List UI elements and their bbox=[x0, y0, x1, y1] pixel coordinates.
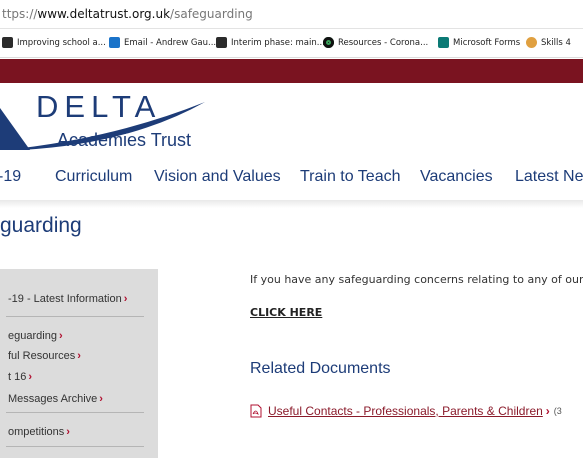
bookmark-microsoft-forms[interactable]: Microsoft Forms bbox=[438, 37, 520, 48]
related-documents-heading: Related Documents bbox=[250, 360, 391, 377]
pdf-icon bbox=[250, 404, 262, 418]
document-link-label[interactable]: Useful Contacts - Professionals, Parents… bbox=[268, 404, 543, 418]
skills-icon bbox=[526, 37, 537, 48]
nav-item-covid[interactable]: -19 bbox=[0, 168, 21, 186]
document-size: (3 bbox=[553, 406, 562, 416]
click-here-link[interactable]: CLICK HERE bbox=[250, 306, 322, 319]
sidebar-item-messages-archive[interactable]: Messages Archive › bbox=[8, 393, 103, 405]
chevron-right-icon: › bbox=[123, 293, 128, 305]
sidebar-item-competitions[interactable]: ompetitions › bbox=[8, 426, 70, 438]
nav-item-vision-values[interactable]: Vision and Values bbox=[154, 168, 281, 186]
sidebar-divider bbox=[6, 446, 144, 447]
header-band bbox=[0, 59, 583, 83]
nav-item-latest-news[interactable]: Latest Ne bbox=[515, 168, 583, 186]
chevron-right-icon: › bbox=[545, 404, 550, 418]
bookmark-interim-phase[interactable]: Interim phase: main... bbox=[216, 37, 325, 48]
sidebar: -19 - Latest Information › eguarding › ful… bbox=[0, 269, 158, 458]
address-bar[interactable]: ttps://www.deltatrust.org.uk/safeguardin… bbox=[0, 0, 583, 29]
page-title: guarding bbox=[0, 214, 82, 237]
resources-icon bbox=[323, 37, 334, 48]
chevron-right-icon: › bbox=[99, 393, 103, 405]
sidebar-item-covid-latest[interactable]: -19 - Latest Information › bbox=[8, 293, 127, 305]
intro-text: If you have any safeguarding concerns re… bbox=[250, 273, 583, 286]
nav-item-train-to-teach[interactable]: Train to Teach bbox=[300, 168, 401, 186]
nav-item-curriculum[interactable]: Curriculum bbox=[55, 168, 132, 186]
sidebar-divider bbox=[6, 412, 144, 413]
nav-shadow bbox=[0, 200, 583, 208]
logo-subtitle: Academies Trust bbox=[57, 130, 192, 150]
bookmark-skills[interactable]: Skills 4 bbox=[526, 37, 571, 48]
document-link-useful-contacts[interactable]: Useful Contacts - Professionals, Parents… bbox=[250, 404, 562, 418]
nav-item-vacancies[interactable]: Vacancies bbox=[420, 168, 493, 186]
url-text[interactable]: ttps://www.deltatrust.org.uk/safeguardin… bbox=[2, 7, 253, 21]
bookmark-improving-school[interactable]: Improving school a... bbox=[2, 37, 106, 48]
chevron-right-icon: › bbox=[58, 330, 63, 342]
outlook-icon bbox=[109, 37, 120, 48]
chevron-right-icon: › bbox=[28, 371, 33, 383]
sidebar-item-post-16[interactable]: t 16 › bbox=[8, 371, 32, 383]
bookmarks-bar: Improving school a... Email - Andrew Gau… bbox=[0, 29, 583, 58]
school-icon bbox=[2, 37, 13, 48]
sidebar-item-useful-resources[interactable]: ful Resources › bbox=[8, 350, 81, 362]
logo-wordmark[interactable]: DELTA bbox=[36, 89, 161, 125]
sidebar-divider bbox=[6, 316, 144, 317]
document-icon bbox=[216, 37, 227, 48]
bookmark-resources[interactable]: Resources - Corona... bbox=[323, 37, 428, 48]
chevron-right-icon: › bbox=[77, 350, 81, 362]
main-nav: -19 Curriculum Vision and Values Train t… bbox=[0, 166, 583, 190]
bookmark-email[interactable]: Email - Andrew Gau... bbox=[109, 37, 216, 48]
chevron-right-icon: › bbox=[66, 426, 70, 438]
forms-icon bbox=[438, 37, 449, 48]
sidebar-item-safeguarding[interactable]: eguarding › bbox=[8, 330, 63, 342]
